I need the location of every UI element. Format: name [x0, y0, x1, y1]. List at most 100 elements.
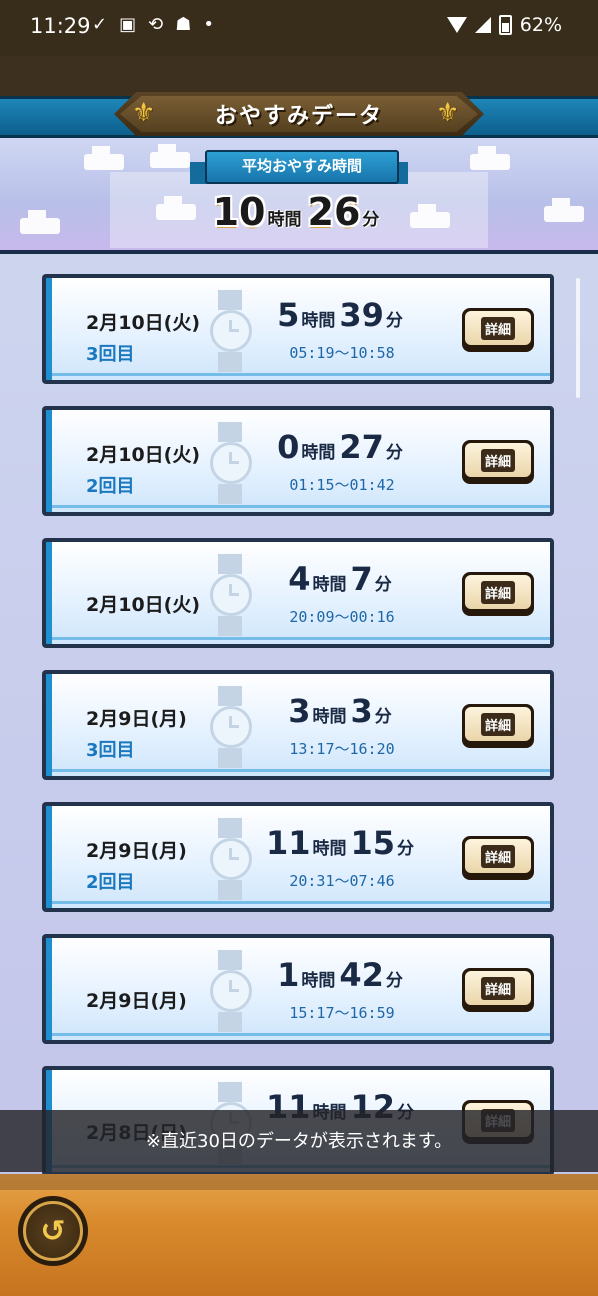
cloud-decoration	[470, 146, 510, 170]
app-notification-icon: ▣	[119, 14, 137, 35]
minutes-unit: 分	[374, 707, 392, 727]
detail-button-label: 詳細	[480, 316, 515, 340]
back-arrow-icon: ↺	[40, 1213, 66, 1249]
minutes-unit: 分	[385, 443, 403, 463]
sleep-record-card: 2月9日(月) 1 時間 42 分 15:17～16:59 詳細	[42, 934, 554, 1044]
record-time-range: 15:17～16:59	[289, 1004, 395, 1022]
signal-icon	[474, 17, 491, 33]
detail-button[interactable]: 詳細	[462, 308, 534, 352]
card-body: 2月10日(火) 2回目 0 時間 27 分 01:15～01:42 詳細	[46, 410, 550, 512]
status-bar: 11:29 ✓ ▣ ⟲ ☗ • 62%	[0, 0, 598, 56]
hours-unit: 時間	[301, 971, 336, 991]
detail-button-label: 詳細	[480, 580, 515, 604]
card-body: 2月9日(月) 3回目 3 時間 3 分 13:17～16:20 詳細	[46, 674, 550, 776]
watch-icon	[210, 290, 252, 376]
check-circle-icon: ✓	[92, 14, 108, 35]
average-hours-unit: 時間	[267, 210, 302, 230]
average-minutes-unit: 分	[362, 210, 380, 230]
record-hours: 0	[277, 428, 300, 466]
average-label: 平均おやすみ時間	[205, 150, 399, 184]
hours-unit: 時間	[301, 311, 336, 331]
watch-icon	[210, 422, 252, 508]
card-body: 2月9日(月) 2回目 11 時間 15 分 20:31～07:46 詳細	[46, 806, 550, 908]
sleep-record-card: 2月9日(月) 3回目 3 時間 3 分 13:17～16:20 詳細	[42, 670, 554, 780]
record-time-range: 20:31～07:46	[289, 872, 395, 890]
back-button-ring: ↺	[23, 1201, 83, 1261]
record-duration: 3 時間 3 分	[252, 692, 432, 730]
detail-button-label: 詳細	[480, 712, 515, 736]
record-count: 2回目	[86, 872, 135, 893]
page-title: おやすみデータ	[214, 104, 383, 129]
sleep-record-card: 2月9日(月) 2回目 11 時間 15 分 20:31～07:46 詳細	[42, 802, 554, 912]
top-band	[0, 56, 598, 96]
wifi-icon	[446, 17, 467, 33]
record-count: 2回目	[86, 476, 135, 497]
minutes-unit: 分	[385, 971, 403, 991]
footer-bar	[0, 1174, 598, 1296]
battery-percent: 62%	[519, 14, 562, 36]
hours-unit: 時間	[301, 443, 336, 463]
record-minutes: 39	[339, 296, 384, 334]
average-sleep-time: 10 時間 26 分	[0, 190, 598, 234]
hours-unit: 時間	[312, 839, 347, 859]
record-time-range: 13:17～16:20	[289, 740, 395, 758]
detail-button[interactable]: 詳細	[462, 572, 534, 616]
record-time-range: 05:19～10:58	[289, 344, 395, 362]
watch-icon	[210, 686, 252, 772]
record-date: 2月9日(月)	[86, 990, 187, 1012]
record-hours: 1	[277, 956, 300, 994]
watch-icon	[210, 818, 252, 904]
record-date: 2月10日(火)	[86, 594, 201, 616]
record-date: 2月9日(月)	[86, 840, 187, 862]
record-hours: 3	[288, 692, 311, 730]
record-time-range: 01:15～01:42	[289, 476, 395, 494]
cloud-decoration	[150, 144, 190, 168]
card-body: 2月9日(月) 1 時間 42 分 15:17～16:59 詳細	[46, 938, 550, 1040]
card-body: 2月10日(火) 4 時間 7 分 20:09～00:16 詳細	[46, 542, 550, 644]
cloud-decoration	[84, 146, 124, 170]
back-button[interactable]: ↺	[18, 1196, 88, 1266]
info-toast: ※直近30日のデータが表示されます。	[0, 1110, 598, 1172]
footer-trim	[0, 1174, 598, 1190]
character-icon: ☗	[175, 14, 192, 35]
sleep-record-card: 2月10日(火) 4 時間 7 分 20:09～00:16 詳細	[42, 538, 554, 648]
record-count: 3回目	[86, 344, 135, 365]
record-hours: 11	[265, 824, 311, 862]
record-count: 3回目	[86, 740, 135, 761]
record-minutes: 15	[350, 824, 396, 862]
battery-icon	[498, 15, 512, 35]
record-hours: 5	[277, 296, 300, 334]
detail-button[interactable]: 詳細	[462, 704, 534, 748]
average-minutes: 26	[307, 190, 361, 234]
record-hours: 4	[288, 560, 311, 598]
hours-unit: 時間	[312, 707, 347, 727]
notification-icons: ✓ ▣ ⟲ ☗ •	[92, 14, 214, 35]
detail-button-label: 詳細	[480, 844, 515, 868]
hours-unit: 時間	[312, 575, 347, 595]
record-duration: 11 時間 15 分	[252, 824, 432, 862]
sleep-record-list[interactable]: 2月10日(火) 3回目 5 時間 39 分 05:19～10:58 詳細 2月10日(火) 2回…	[0, 254, 598, 1174]
record-time-range: 20:09～00:16	[289, 608, 395, 626]
average-hours: 10	[212, 190, 266, 234]
record-minutes: 27	[339, 428, 384, 466]
record-minutes: 42	[339, 956, 384, 994]
detail-button-label: 詳細	[480, 976, 515, 1000]
sync-icon: ⟲	[148, 14, 164, 35]
record-minutes: 7	[350, 560, 373, 598]
detail-button[interactable]: 詳細	[462, 968, 534, 1012]
sleep-record-card: 2月10日(火) 3回目 5 時間 39 分 05:19～10:58 詳細	[42, 274, 554, 384]
record-date: 2月9日(月)	[86, 708, 187, 730]
detail-button[interactable]: 詳細	[462, 440, 534, 484]
detail-button[interactable]: 詳細	[462, 836, 534, 880]
record-minutes: 3	[350, 692, 373, 730]
watch-icon	[210, 554, 252, 640]
record-date: 2月10日(火)	[86, 444, 201, 466]
detail-button-label: 詳細	[480, 448, 515, 472]
minutes-unit: 分	[374, 575, 392, 595]
record-duration: 1 時間 42 分	[252, 956, 432, 994]
minutes-unit: 分	[397, 839, 415, 859]
card-body: 2月10日(火) 3回目 5 時間 39 分 05:19～10:58 詳細	[46, 278, 550, 380]
minutes-unit: 分	[385, 311, 403, 331]
scrollbar[interactable]	[576, 278, 580, 398]
record-duration: 4 時間 7 分	[252, 560, 432, 598]
